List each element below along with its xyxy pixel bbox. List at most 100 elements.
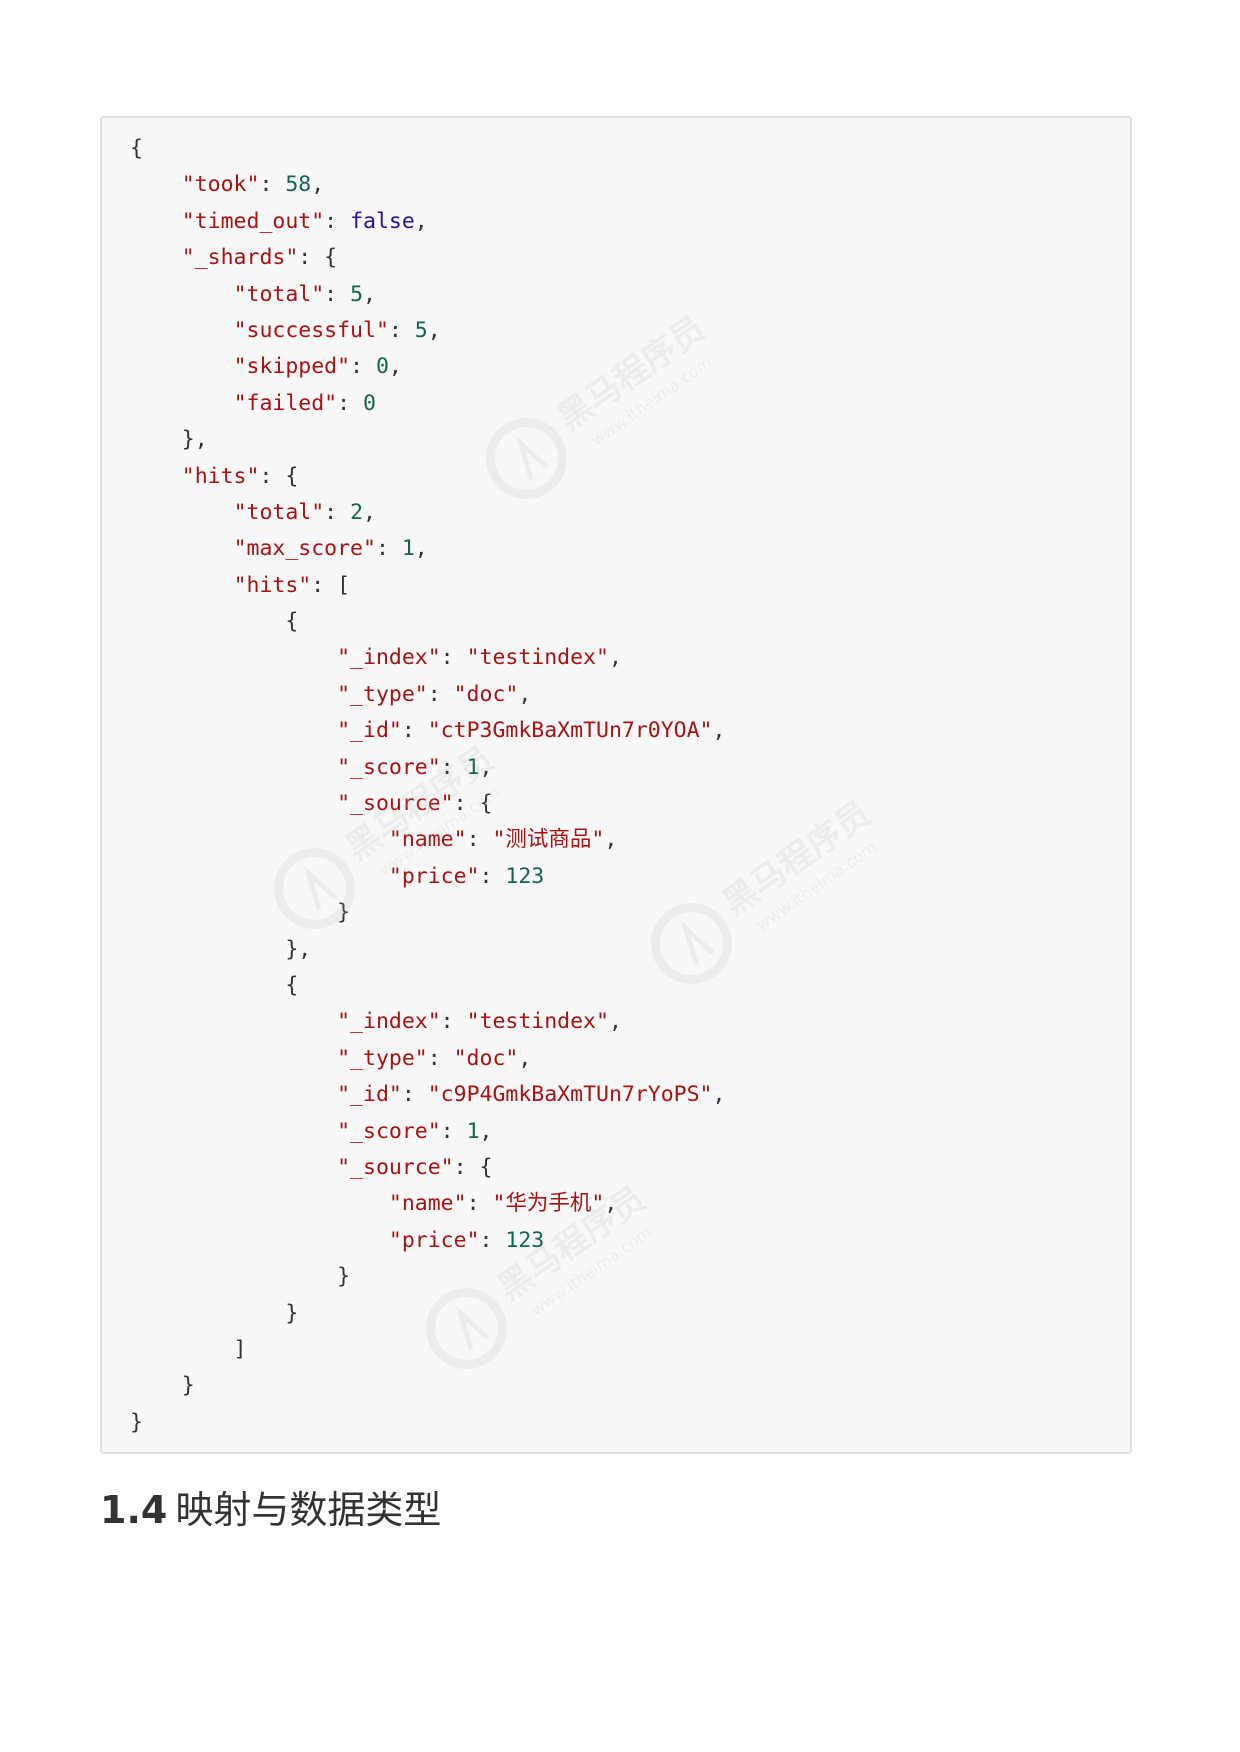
- code-line: "price": 123: [130, 859, 725, 895]
- json-punctuation: ,: [414, 536, 428, 562]
- json-punctuation: :: [427, 681, 454, 707]
- code-line: "_score": 1,: [130, 750, 725, 786]
- json-punctuation: [130, 500, 234, 525]
- json-punctuation: : {: [298, 245, 338, 271]
- code-line: ]: [130, 1332, 725, 1368]
- code-line: }: [130, 1259, 725, 1295]
- json-punctuation: [130, 1155, 337, 1180]
- json-string: "ctP3GmkBaXmTUn7r0YOA": [427, 718, 713, 744]
- json-punctuation: ,: [608, 645, 622, 671]
- json-punctuation: :: [324, 208, 351, 234]
- json-punctuation: {: [130, 972, 299, 998]
- code-line: {: [130, 968, 725, 1004]
- json-number: 123: [505, 1227, 545, 1253]
- json-punctuation: [130, 245, 182, 270]
- json-punctuation: ,: [712, 718, 726, 744]
- code-line: "total": 5,: [130, 277, 725, 313]
- json-key: "took": [181, 172, 260, 198]
- json-key: "failed": [233, 390, 338, 416]
- json-punctuation: {: [130, 136, 143, 161]
- json-punctuation: :: [388, 317, 415, 343]
- json-punctuation: }: [130, 900, 351, 926]
- json-punctuation: :: [401, 1082, 428, 1108]
- code-line: "hits": [: [130, 568, 725, 604]
- json-string: "测试商品": [492, 827, 605, 853]
- json-punctuation: :: [466, 1191, 493, 1217]
- json-key: "_source": [337, 1154, 454, 1180]
- json-punctuation: [130, 318, 234, 343]
- json-punctuation: :: [375, 536, 402, 562]
- json-punctuation: [130, 1191, 389, 1216]
- json-punctuation: ,: [388, 354, 402, 380]
- json-key: "_index": [337, 645, 441, 671]
- json-punctuation: :: [479, 1227, 506, 1253]
- json-key: "timed_out": [181, 208, 325, 234]
- json-punctuation: :: [440, 1009, 467, 1035]
- json-response-code: { "took": 58, "timed_out": false, "_shar…: [130, 131, 725, 1441]
- json-punctuation: [130, 536, 234, 561]
- json-boolean: false: [350, 208, 415, 234]
- json-punctuation: ,: [363, 499, 376, 525]
- json-punctuation: ,: [608, 1009, 622, 1035]
- json-key: "_id": [337, 718, 402, 744]
- section-heading: 1.4 映射与数据类型: [100, 1480, 441, 1540]
- code-line: "failed": 0: [130, 386, 725, 422]
- section-number: 1.4: [100, 1488, 168, 1532]
- json-key: "total": [233, 499, 325, 525]
- code-line: "_score": 1,: [130, 1114, 725, 1150]
- json-punctuation: ,: [311, 172, 325, 198]
- code-line: "_index": "testindex",: [130, 640, 725, 676]
- code-line: }: [130, 895, 725, 931]
- json-key: "_type": [337, 1045, 428, 1071]
- code-line: }: [130, 1296, 725, 1332]
- json-punctuation: [130, 1228, 389, 1253]
- json-key: "_type": [337, 681, 428, 707]
- code-line: "_type": "doc",: [130, 1041, 725, 1077]
- json-number: 0: [363, 390, 376, 416]
- json-key: "_source": [337, 791, 454, 817]
- json-string: "testindex": [466, 1009, 609, 1035]
- json-punctuation: : {: [259, 463, 299, 489]
- json-key: "total": [233, 281, 325, 307]
- json-key: "_shards": [181, 245, 299, 271]
- json-punctuation: ,: [479, 1118, 493, 1144]
- json-punctuation: ,: [518, 1045, 532, 1071]
- code-line: "name": "测试商品",: [130, 822, 725, 858]
- json-punctuation: [130, 464, 182, 489]
- json-punctuation: :: [337, 390, 364, 416]
- json-punctuation: },: [130, 936, 312, 962]
- json-key: "_score": [337, 754, 441, 780]
- code-line: "_source": {: [130, 786, 725, 822]
- json-punctuation: [130, 282, 234, 307]
- json-punctuation: ,: [604, 1191, 618, 1217]
- code-line: "_index": "testindex",: [130, 1004, 725, 1040]
- code-line: "max_score": 1,: [130, 531, 725, 567]
- json-key: "_index": [337, 1009, 441, 1035]
- json-number: 1: [466, 754, 480, 780]
- json-number: 0: [375, 354, 389, 380]
- json-punctuation: [130, 172, 182, 197]
- code-line: "took": 58,: [130, 167, 725, 203]
- json-punctuation: }: [130, 1409, 143, 1435]
- json-punctuation: ,: [712, 1082, 726, 1108]
- json-punctuation: : {: [453, 1154, 493, 1180]
- json-punctuation: }: [130, 1373, 195, 1399]
- code-line: "hits": {: [130, 459, 725, 495]
- json-punctuation: [130, 755, 337, 780]
- json-key: "successful": [233, 317, 389, 343]
- json-punctuation: [130, 1119, 337, 1144]
- json-punctuation: ]: [130, 1336, 247, 1362]
- json-punctuation: :: [440, 645, 467, 671]
- json-key: "price": [388, 1227, 480, 1253]
- json-punctuation: : [: [311, 572, 351, 598]
- code-line: "_type": "doc",: [130, 677, 725, 713]
- json-punctuation: ,: [363, 281, 376, 307]
- code-line: {: [130, 604, 725, 640]
- json-key: "_score": [337, 1118, 441, 1144]
- json-key: "hits": [233, 572, 312, 598]
- json-string: "华为手机": [492, 1191, 605, 1217]
- code-line: "_id": "c9P4GmkBaXmTUn7rYoPS",: [130, 1077, 725, 1113]
- json-punctuation: :: [324, 499, 351, 525]
- json-string: "doc": [453, 681, 519, 707]
- json-punctuation: [130, 718, 337, 743]
